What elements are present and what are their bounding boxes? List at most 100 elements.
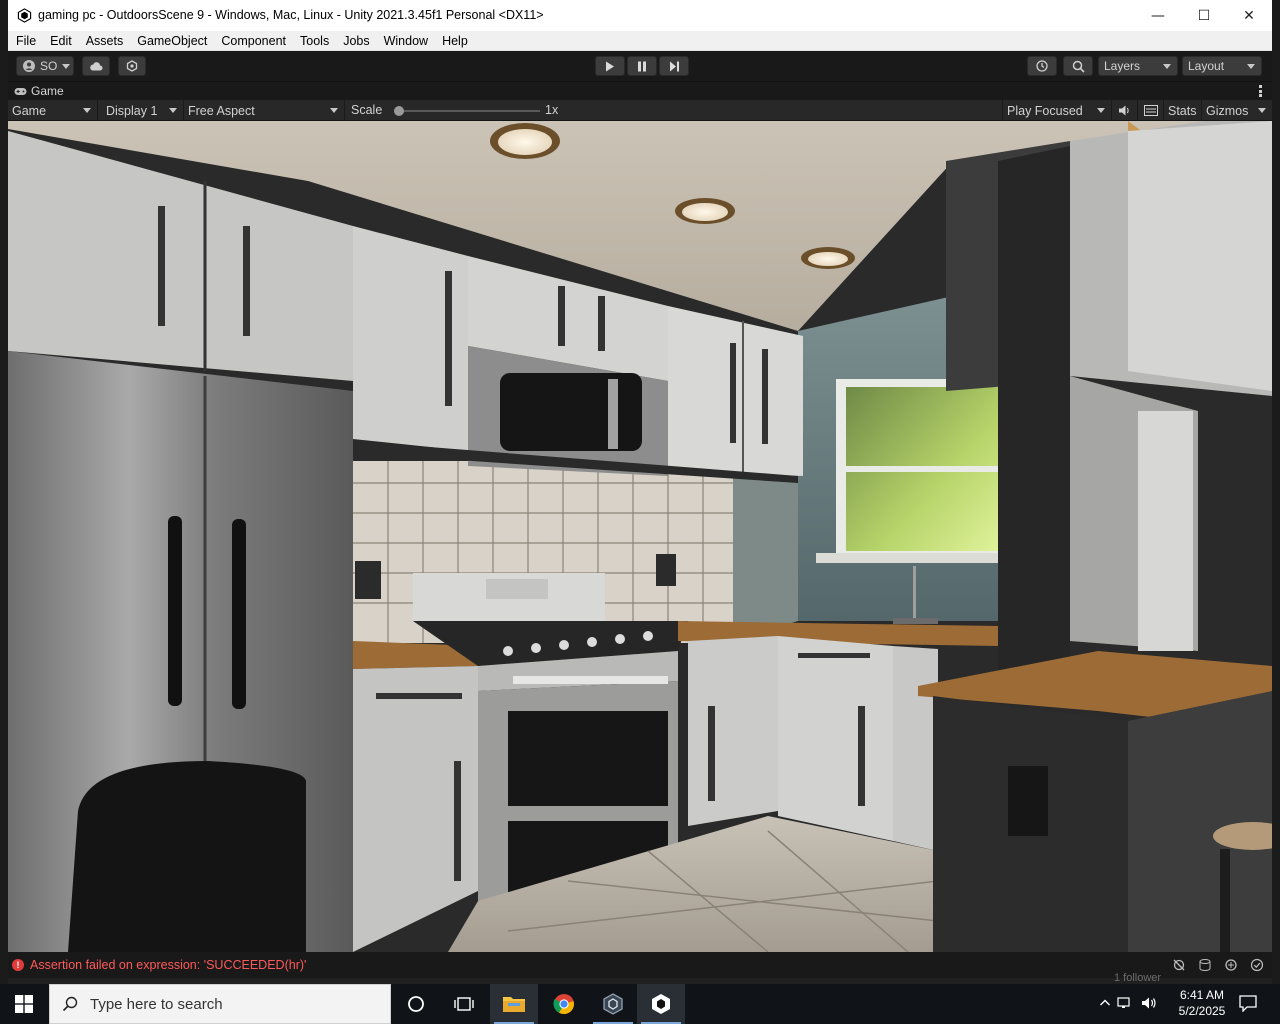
taskbar-search-box[interactable]: Type here to search bbox=[49, 984, 391, 1024]
minimize-button[interactable]: — bbox=[1135, 0, 1181, 31]
task-view-button[interactable] bbox=[440, 984, 488, 1024]
bug-icon[interactable] bbox=[1172, 958, 1186, 972]
menu-help[interactable]: Help bbox=[435, 31, 475, 51]
account-icon bbox=[23, 60, 35, 72]
database-icon[interactable] bbox=[1198, 958, 1212, 972]
stats-grid-button[interactable] bbox=[1138, 100, 1164, 121]
windows-taskbar: Type here to search 6:41 AM 5/2/2025 bbox=[0, 984, 1280, 1024]
menu-tools[interactable]: Tools bbox=[293, 31, 336, 51]
display-dropdown-label: Display 1 bbox=[106, 103, 158, 118]
aspect-dropdown-label: Free Aspect bbox=[188, 103, 255, 118]
check-circle-icon[interactable] bbox=[1250, 958, 1264, 972]
game-view-toolbar: Game Display 1 Free Aspect Scale 1x Play… bbox=[8, 100, 1272, 121]
game-tab-bar: Game bbox=[8, 81, 1272, 100]
start-button[interactable] bbox=[0, 984, 48, 1024]
menu-window[interactable]: Window bbox=[377, 31, 435, 51]
gizmos-label: Gizmos bbox=[1206, 103, 1249, 118]
chevron-down-icon bbox=[1258, 108, 1266, 113]
taskbar-file-explorer[interactable] bbox=[490, 984, 538, 1024]
stats-label: Stats bbox=[1168, 103, 1197, 118]
menu-jobs[interactable]: Jobs bbox=[336, 31, 376, 51]
chevron-down-icon bbox=[1247, 64, 1255, 69]
cortana-button[interactable] bbox=[392, 984, 440, 1024]
console-status-bar[interactable]: ! Assertion failed on expression: 'SUCCE… bbox=[8, 952, 1272, 978]
menu-bar: File Edit Assets GameObject Component To… bbox=[8, 31, 1272, 51]
console-error-message[interactable]: ! Assertion failed on expression: 'SUCCE… bbox=[12, 958, 306, 972]
collab-button[interactable] bbox=[118, 56, 146, 76]
history-icon bbox=[1036, 60, 1048, 72]
play-mode-dropdown[interactable]: Play Focused bbox=[1002, 100, 1112, 121]
pause-button[interactable] bbox=[627, 56, 657, 76]
account-dropdown[interactable]: SO bbox=[16, 56, 74, 76]
windows-logo-icon bbox=[15, 995, 33, 1013]
menu-component[interactable]: Component bbox=[214, 31, 293, 51]
clock-date: 5/2/2025 bbox=[1178, 1004, 1226, 1018]
gizmos-dropdown[interactable]: Gizmos bbox=[1202, 100, 1272, 121]
layers-label: Layers bbox=[1104, 59, 1141, 73]
scale-slider-thumb[interactable] bbox=[394, 106, 404, 116]
speaker-icon bbox=[1118, 105, 1129, 116]
network-icon[interactable] bbox=[1117, 996, 1133, 1010]
search-button[interactable] bbox=[1063, 56, 1093, 76]
layout-dropdown[interactable]: Layout bbox=[1182, 56, 1262, 76]
tab-game-label: Game bbox=[31, 84, 64, 98]
taskbar-unity-editor[interactable] bbox=[637, 984, 685, 1024]
chevron-up-icon[interactable] bbox=[1099, 997, 1111, 1009]
search-icon bbox=[1072, 60, 1085, 73]
background-followers-text: 1 follower bbox=[1114, 972, 1162, 984]
menu-edit[interactable]: Edit bbox=[43, 31, 79, 51]
game-viewport[interactable] bbox=[8, 121, 1272, 952]
task-view-icon bbox=[454, 997, 474, 1011]
pause-icon bbox=[638, 61, 646, 71]
view-dropdown[interactable]: Game bbox=[8, 100, 98, 121]
stats-button[interactable]: Stats bbox=[1164, 100, 1202, 121]
window-title: gaming pc - OutdoorsScene 9 - Windows, M… bbox=[38, 8, 544, 22]
step-icon bbox=[669, 61, 679, 71]
menu-gameobject[interactable]: GameObject bbox=[130, 31, 214, 51]
volume-icon[interactable] bbox=[1141, 996, 1157, 1010]
close-button[interactable]: ✕ bbox=[1226, 0, 1272, 31]
main-toolbar: SO Layers Layout bbox=[8, 51, 1272, 81]
chrome-icon bbox=[553, 994, 574, 1015]
kitchen-scene-render bbox=[8, 121, 1272, 952]
cloud-button[interactable] bbox=[82, 56, 110, 76]
play-button[interactable] bbox=[595, 56, 625, 76]
gamepad-icon bbox=[14, 87, 27, 95]
close-icon: ✕ bbox=[1243, 7, 1255, 24]
menu-file[interactable]: File bbox=[8, 31, 43, 51]
unity-hub-icon bbox=[603, 993, 623, 1015]
display-dropdown[interactable]: Display 1 bbox=[102, 100, 184, 121]
error-text: Assertion failed on expression: 'SUCCEED… bbox=[30, 958, 307, 972]
scale-slider[interactable] bbox=[394, 106, 540, 116]
unity-logo-icon bbox=[652, 994, 670, 1014]
taskbar-unity-hub[interactable] bbox=[589, 984, 637, 1024]
tab-game[interactable]: Game bbox=[14, 84, 64, 98]
play-mode-label: Play Focused bbox=[1007, 103, 1083, 118]
chevron-down-icon bbox=[169, 108, 177, 113]
mute-audio-button[interactable] bbox=[1112, 100, 1138, 121]
menu-assets[interactable]: Assets bbox=[79, 31, 131, 51]
undo-history-button[interactable] bbox=[1027, 56, 1057, 76]
keyboard-icon bbox=[1143, 105, 1158, 116]
aspect-dropdown[interactable]: Free Aspect bbox=[184, 100, 345, 121]
search-icon bbox=[62, 996, 78, 1012]
status-icons bbox=[1172, 958, 1264, 972]
taskbar-clock[interactable]: 6:41 AM 5/2/2025 bbox=[1172, 987, 1232, 1019]
maximize-icon: ☐ bbox=[1197, 7, 1211, 24]
clock-time: 6:41 AM bbox=[1179, 988, 1225, 1002]
folder-icon bbox=[503, 997, 525, 1012]
lighting-icon[interactable] bbox=[1224, 958, 1238, 972]
window-title-bar[interactable]: gaming pc - OutdoorsScene 9 - Windows, M… bbox=[8, 0, 1272, 31]
taskbar-chrome[interactable] bbox=[540, 984, 588, 1024]
chevron-down-icon bbox=[83, 108, 91, 113]
search-placeholder: Type here to search bbox=[90, 995, 223, 1013]
view-dropdown-label: Game bbox=[12, 103, 47, 118]
unity-logo-icon bbox=[17, 8, 32, 23]
step-button[interactable] bbox=[659, 56, 689, 76]
layers-dropdown[interactable]: Layers bbox=[1098, 56, 1178, 76]
chevron-down-icon bbox=[330, 108, 338, 113]
notifications-icon[interactable] bbox=[1239, 995, 1257, 1012]
error-icon: ! bbox=[12, 959, 24, 971]
maximize-button[interactable]: ☐ bbox=[1181, 0, 1227, 31]
panel-menu-icon[interactable] bbox=[1259, 85, 1262, 97]
